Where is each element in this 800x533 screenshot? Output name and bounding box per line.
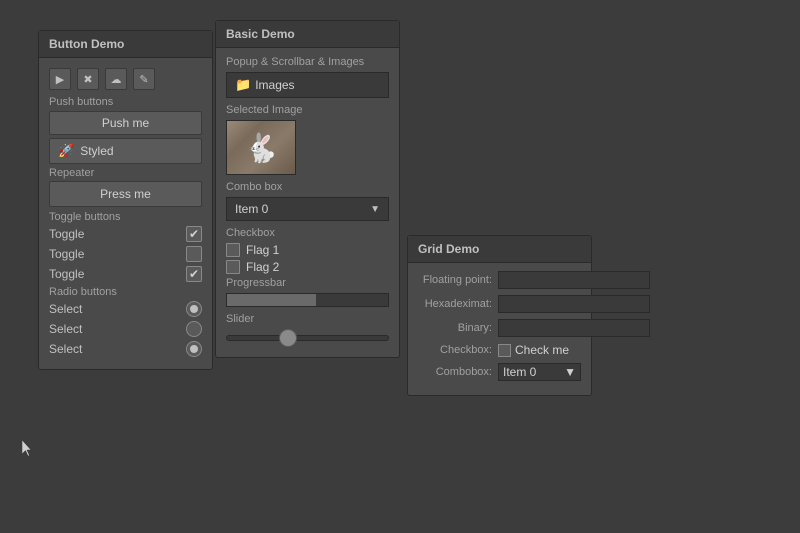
slider-track bbox=[226, 335, 389, 341]
cloud-icon[interactable]: ☁ bbox=[105, 68, 127, 90]
flag2-checkbox[interactable] bbox=[226, 260, 240, 274]
combo-box-value: Item 0 bbox=[235, 202, 268, 216]
flag1-row: Flag 1 bbox=[226, 243, 389, 257]
push-buttons-label: Push buttons bbox=[49, 96, 202, 108]
tools-icon[interactable]: ✖ bbox=[77, 68, 99, 90]
toggle-buttons-label: Toggle buttons bbox=[49, 211, 202, 223]
checkbox-row-label: Checkbox: bbox=[418, 344, 498, 356]
flag2-row: Flag 2 bbox=[226, 260, 389, 274]
radio-buttons-label: Radio buttons bbox=[49, 286, 202, 298]
images-label: Images bbox=[255, 78, 294, 92]
check-me-label: Check me bbox=[515, 343, 569, 357]
radio-button-2[interactable] bbox=[186, 321, 202, 337]
floating-point-label: Floating point: bbox=[418, 274, 498, 286]
button-demo-panel: Button Demo ▶ ✖ ☁ ✎ Push buttons Push me… bbox=[38, 30, 213, 370]
floating-point-input[interactable] bbox=[498, 271, 650, 289]
slider-label: Slider bbox=[226, 313, 389, 325]
push-me-button[interactable]: Push me bbox=[49, 111, 202, 135]
toggle-row-1: Toggle ✔ bbox=[49, 226, 202, 242]
combo-box-label: Combo box bbox=[226, 181, 389, 193]
flag2-label: Flag 2 bbox=[246, 260, 279, 274]
styled-button[interactable]: 🚀 Styled bbox=[49, 138, 202, 164]
slider-thumb[interactable] bbox=[279, 329, 297, 347]
radio-button-1[interactable] bbox=[186, 301, 202, 317]
press-me-button[interactable]: Press me bbox=[49, 181, 202, 207]
toggle-label-2: Toggle bbox=[49, 247, 84, 261]
toggle-row-2: Toggle bbox=[49, 246, 202, 262]
floating-point-row: Floating point: bbox=[418, 271, 581, 289]
radio-label-2: Select bbox=[49, 322, 82, 336]
repeater-label: Repeater bbox=[49, 167, 202, 179]
combobox-label: Combobox: bbox=[418, 366, 498, 378]
styled-button-label: Styled bbox=[80, 144, 113, 158]
play-icon[interactable]: ▶ bbox=[49, 68, 71, 90]
grid-combo-value: Item 0 bbox=[503, 365, 536, 379]
checkbox-label: Checkbox bbox=[226, 227, 389, 239]
mouse-cursor bbox=[22, 440, 34, 461]
grid-demo-panel: Grid Demo Floating point: Hexadeximat: B… bbox=[407, 235, 592, 396]
progressbar-label: Progressbar bbox=[226, 277, 389, 289]
grid-combo-arrow-icon: ▼ bbox=[564, 365, 576, 379]
edit-icon[interactable]: ✎ bbox=[133, 68, 155, 90]
binary-label: Binary: bbox=[418, 322, 498, 334]
radio-row-1: Select bbox=[49, 301, 202, 317]
grid-checkbox[interactable] bbox=[498, 344, 511, 357]
radio-label-1: Select bbox=[49, 302, 82, 316]
binary-input[interactable] bbox=[498, 319, 650, 337]
radio-button-3[interactable] bbox=[186, 341, 202, 357]
image-preview bbox=[226, 120, 296, 175]
radio-row-2: Select bbox=[49, 321, 202, 337]
combobox-row: Combobox: Item 0 ▼ bbox=[418, 363, 581, 381]
toggle-checkbox-2[interactable] bbox=[186, 246, 202, 262]
toggle-row-3: Toggle ✔ bbox=[49, 266, 202, 282]
binary-row: Binary: bbox=[418, 319, 581, 337]
popup-label: Popup & Scrollbar & Images bbox=[226, 56, 389, 68]
icon-toolbar: ▶ ✖ ☁ ✎ bbox=[49, 66, 202, 92]
toggle-label-3: Toggle bbox=[49, 267, 84, 281]
toggle-label-1: Toggle bbox=[49, 227, 84, 241]
progress-fill bbox=[227, 294, 316, 306]
grid-combobox[interactable]: Item 0 ▼ bbox=[498, 363, 581, 381]
flag1-checkbox[interactable] bbox=[226, 243, 240, 257]
basic-demo-panel: Basic Demo Popup & Scrollbar & Images 📁 … bbox=[215, 20, 400, 358]
hexadeximat-row: Hexadeximat: bbox=[418, 295, 581, 313]
combo-box[interactable]: Item 0 ▼ bbox=[226, 197, 389, 221]
folder-icon: 📁 bbox=[235, 77, 251, 93]
button-demo-title: Button Demo bbox=[39, 31, 212, 58]
grid-demo-title: Grid Demo bbox=[408, 236, 591, 263]
rocket-icon: 🚀 bbox=[58, 143, 74, 159]
basic-demo-title: Basic Demo bbox=[216, 21, 399, 48]
radio-label-3: Select bbox=[49, 342, 82, 356]
toggle-checkbox-1[interactable]: ✔ bbox=[186, 226, 202, 242]
progress-bar bbox=[226, 293, 389, 307]
flag1-label: Flag 1 bbox=[246, 243, 279, 257]
combo-arrow-icon: ▼ bbox=[370, 204, 380, 215]
toggle-checkbox-3[interactable]: ✔ bbox=[186, 266, 202, 282]
images-folder-button[interactable]: 📁 Images bbox=[226, 72, 389, 98]
checkbox-row-grid: Checkbox: Check me bbox=[418, 343, 581, 357]
selected-image-label: Selected Image bbox=[226, 104, 389, 116]
hexadeximat-label: Hexadeximat: bbox=[418, 298, 498, 310]
hexadeximat-input[interactable] bbox=[498, 295, 650, 313]
checkbox-group: Check me bbox=[498, 343, 569, 357]
radio-row-3: Select bbox=[49, 341, 202, 357]
